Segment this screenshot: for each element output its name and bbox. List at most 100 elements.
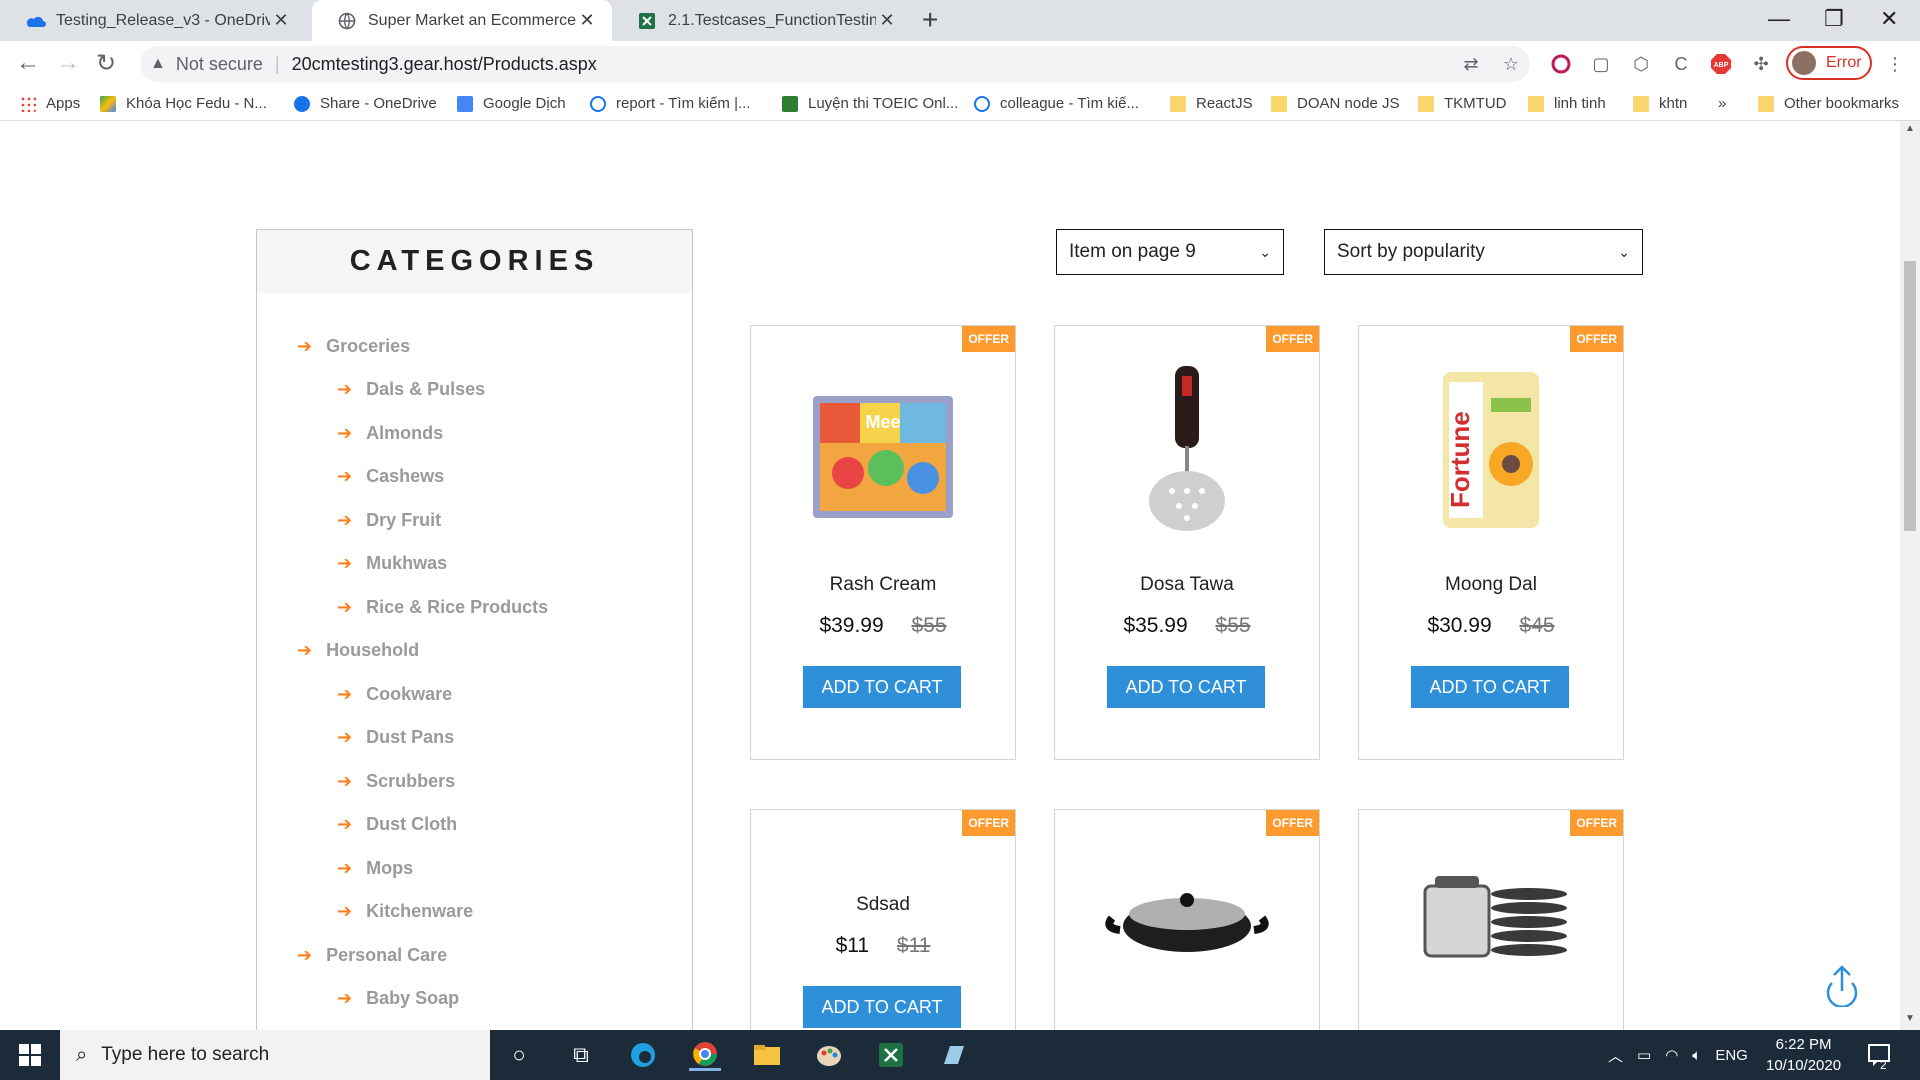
tab-excel[interactable]: 2.1.Testcases_FunctionTesting.xlsx ✕ — [612, 0, 912, 41]
product-card[interactable]: OFFER — [1054, 809, 1320, 1030]
window-close-icon[interactable]: ✕ — [1880, 6, 1898, 32]
security-label[interactable]: Not secure — [176, 54, 263, 75]
bookmarks-overflow[interactable]: » — [1718, 95, 1726, 112]
battery-icon[interactable]: ▭ — [1637, 1046, 1651, 1064]
category-cookware[interactable]: ➔ Cookware — [337, 684, 452, 705]
product-card[interactable]: OFFER Sdsad $11 $11 ADD TO CART — [750, 809, 1016, 1030]
category-almonds[interactable]: ➔ Almonds — [337, 423, 443, 444]
product-card[interactable]: OFFER Fortune Moong Dal $30.99 $45 ADD T… — [1358, 325, 1624, 760]
extension-blank-icon[interactable]: ▢ — [1588, 51, 1614, 77]
add-to-cart-button[interactable]: ADD TO CART — [803, 666, 961, 708]
file-explorer-icon[interactable] — [751, 1039, 783, 1071]
close-icon[interactable]: ✕ — [876, 10, 898, 31]
product-name[interactable]: Sdsad — [751, 894, 1015, 916]
product-image[interactable] — [1102, 878, 1272, 958]
tab-supermarket[interactable]: Super Market an Ecommerce Onl ✕ — [312, 0, 612, 41]
category-baby-soap[interactable]: ➔ Baby Soap — [337, 988, 459, 1009]
reload-icon[interactable]: ↻ — [96, 49, 116, 78]
bookmark-doan-node-js[interactable]: DOAN node JS — [1271, 95, 1400, 112]
product-card[interactable]: OFFER Dosa Tawa $35.99 $55 ADD TO CART — [1054, 325, 1320, 760]
windows-start-icon[interactable] — [14, 1039, 46, 1071]
forward-icon[interactable]: → — [56, 49, 80, 77]
bookmark-onedrive[interactable]: Share - OneDrive — [294, 95, 437, 112]
bookmark-linh-tinh[interactable]: linh tinh — [1528, 95, 1606, 112]
add-to-cart-button[interactable]: ADD TO CART — [803, 986, 961, 1028]
address-bar[interactable]: ▲ Not secure | 20cmtesting3.gear.host/Pr… — [140, 46, 1530, 82]
chevron-up-icon[interactable]: ︿ — [1608, 1045, 1623, 1066]
edge-icon[interactable] — [627, 1039, 659, 1071]
adblock-icon[interactable]: ABP — [1708, 51, 1734, 77]
items-per-page-select[interactable]: Item on page 9 ⌄ — [1056, 229, 1284, 275]
volume-icon[interactable]: 🔈︎ — [1692, 1047, 1701, 1064]
scroll-down-icon[interactable]: ▼ — [1905, 1013, 1915, 1024]
product-card[interactable]: OFFER Mee Rash Cream $39.99 $55 ADD TO C… — [750, 325, 1016, 760]
product-card[interactable]: OFFER — [1358, 809, 1624, 1030]
bookmark-toeic[interactable]: Luyện thi TOEIC Onl... — [782, 95, 958, 112]
task-view-icon[interactable]: ⧉ — [565, 1039, 597, 1071]
extension-cube-icon[interactable]: ⬡ — [1628, 51, 1654, 77]
taskbar-search[interactable]: ⌕ Type here to search — [60, 1030, 490, 1080]
restore-icon[interactable]: ❐ — [1824, 6, 1844, 32]
cortana-icon[interactable]: ○ — [503, 1039, 535, 1071]
paint-icon[interactable] — [813, 1039, 845, 1071]
category-groceries[interactable]: ➔ Groceries — [297, 336, 410, 357]
new-tab-button[interactable]: + — [922, 4, 938, 36]
wifi-icon[interactable]: ◠ — [1665, 1046, 1678, 1064]
product-image[interactable]: Mee — [808, 378, 958, 528]
bookmark-reactjs[interactable]: ReactJS — [1170, 95, 1253, 112]
extension-c-icon[interactable]: C — [1668, 51, 1694, 77]
product-name[interactable]: Moong Dal — [1359, 574, 1623, 596]
bookmark-khtn[interactable]: khtn — [1633, 95, 1687, 112]
category-dry-fruit[interactable]: ➔ Dry Fruit — [337, 510, 441, 531]
category-mops[interactable]: ➔ Mops — [337, 858, 413, 879]
sort-select[interactable]: Sort by popularity ⌄ — [1324, 229, 1643, 275]
notes-app-icon[interactable] — [937, 1039, 969, 1071]
bookmark-google-translate[interactable]: Google Dịch — [457, 95, 566, 112]
category-personal-care[interactable]: ➔ Personal Care — [297, 945, 447, 966]
category-cashews[interactable]: ➔ Cashews — [337, 466, 444, 487]
product-name[interactable]: Rash Cream — [751, 574, 1015, 596]
bookmark-tkmtud[interactable]: TKMTUD — [1418, 95, 1507, 112]
warning-icon[interactable]: ▲ — [150, 55, 166, 73]
product-image[interactable]: Fortune — [1439, 368, 1543, 532]
bookmark-colleague[interactable]: colleague - Tìm kiế... — [974, 95, 1139, 112]
category-kitchenware[interactable]: ➔ Kitchenware — [337, 901, 473, 922]
product-name[interactable]: Dosa Tawa — [1055, 574, 1319, 596]
category-scrubbers[interactable]: ➔ Scrubbers — [337, 771, 455, 792]
profile-error-button[interactable]: Error — [1786, 46, 1872, 80]
bookmark-report[interactable]: report - Tìm kiếm |... — [590, 95, 750, 112]
tab-title: 2.1.Testcases_FunctionTesting.xlsx — [668, 11, 876, 29]
scroll-to-top-icon[interactable] — [1824, 963, 1860, 1007]
extension-color-icon[interactable] — [1548, 51, 1574, 77]
clock[interactable]: 6:22 PM 10/10/2020 — [1766, 1034, 1841, 1076]
add-to-cart-button[interactable]: ADD TO CART — [1107, 666, 1265, 708]
extensions-puzzle-icon[interactable]: ✣ — [1748, 51, 1774, 77]
close-icon[interactable]: ✕ — [576, 10, 598, 31]
bookmark-fedu[interactable]: Khóa Học Fedu - N... — [100, 95, 267, 112]
category-rice-products[interactable]: ➔ Rice & Rice Products — [337, 597, 548, 618]
language-indicator[interactable]: ENG — [1715, 1047, 1748, 1064]
minimize-icon[interactable]: — — [1768, 6, 1790, 32]
tab-onedrive[interactable]: Testing_Release_v3 - OneDrive ✕ — [0, 0, 306, 41]
scrollbar-thumb[interactable] — [1904, 261, 1916, 531]
menu-kebab-icon[interactable]: ⋮ — [1882, 51, 1908, 77]
bookmark-apps[interactable]: Apps — [20, 95, 80, 112]
category-dust-pans[interactable]: ➔ Dust Pans — [337, 727, 454, 748]
bookmark-star-icon[interactable]: ☆ — [1498, 51, 1524, 77]
category-household[interactable]: ➔ Household — [297, 640, 419, 661]
back-icon[interactable]: ← — [16, 49, 40, 77]
page-scrollbar[interactable]: ▲ ▼ — [1900, 121, 1920, 1030]
translate-icon[interactable]: ⇄ — [1458, 51, 1484, 77]
product-image[interactable] — [1142, 366, 1232, 536]
category-mukhwas[interactable]: ➔ Mukhwas — [337, 553, 447, 574]
add-to-cart-button[interactable]: ADD TO CART — [1411, 666, 1569, 708]
category-dust-cloth[interactable]: ➔ Dust Cloth — [337, 814, 457, 835]
excel-icon[interactable] — [875, 1039, 907, 1071]
chrome-icon[interactable] — [689, 1039, 721, 1071]
bookmark-other[interactable]: Other bookmarks — [1758, 95, 1899, 112]
category-dals-pulses[interactable]: ➔ Dals & Pulses — [337, 379, 485, 400]
product-image[interactable] — [1411, 870, 1571, 970]
close-icon[interactable]: ✕ — [270, 10, 292, 31]
scroll-up-icon[interactable]: ▲ — [1905, 123, 1915, 134]
url-text[interactable]: 20cmtesting3.gear.host/Products.aspx — [292, 54, 597, 75]
